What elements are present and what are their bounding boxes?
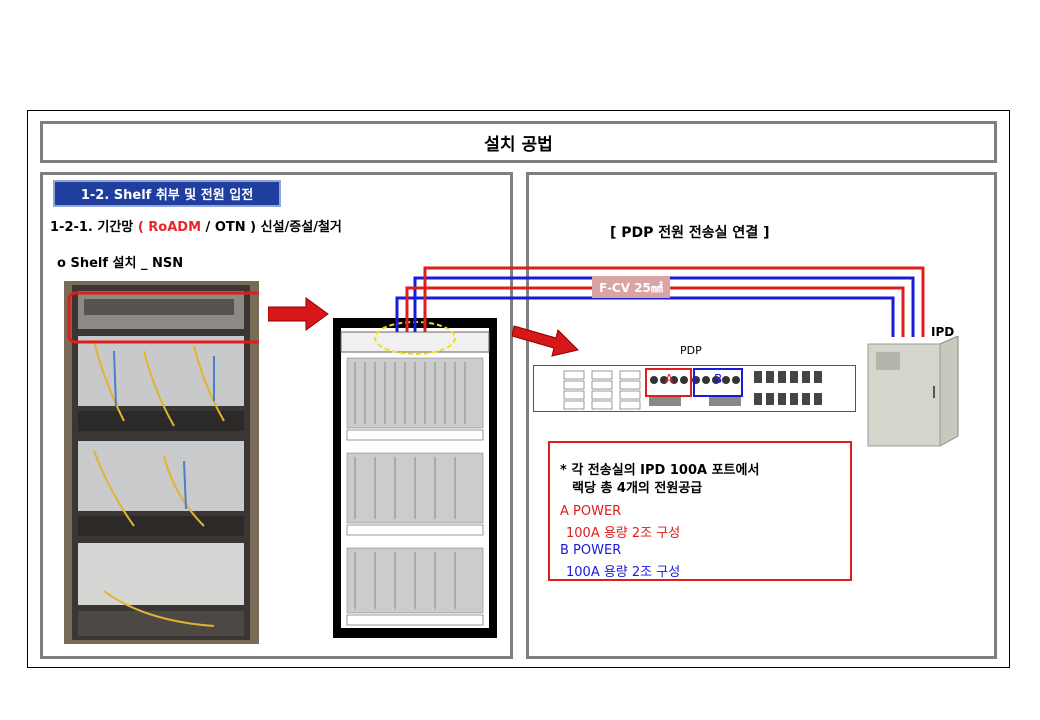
pdp-label: PDP: [680, 344, 702, 357]
note-line-1: * 각 전송실의 IPD 100A 포트에서: [560, 463, 760, 478]
ipd-cabinet: [867, 336, 959, 447]
pdp-panel: [533, 365, 856, 412]
section-tag: 1-2. Shelf 취부 및 전원 입전: [53, 180, 281, 207]
rack-diagram: [333, 318, 497, 638]
port-b-label: B: [714, 372, 723, 386]
b-power-title: B POWER: [560, 543, 622, 558]
a-power-title: A POWER: [560, 504, 622, 519]
section-subtitle: 1-2-1. 기간망 ( RoADM / OTN ) 신설/증설/철거: [50, 216, 342, 235]
pdp-panel-graphic: [563, 368, 822, 410]
note-line-2: 랙당 총 4개의 전원공급: [572, 481, 703, 496]
rack-photo: [64, 281, 259, 644]
page-title: 설치 공법: [40, 121, 997, 163]
subtitle-prefix: 1-2-1. 기간망: [50, 220, 134, 235]
a-power-detail: 100A 용량 2조 구성: [566, 526, 681, 541]
subtitle-red: ( RoADM: [137, 220, 202, 235]
b-power-detail: 100A 용량 2조 구성: [566, 565, 681, 580]
cable-label: F-CV 25㎟: [592, 276, 670, 298]
bullet-text: o Shelf 설치 _ NSN: [57, 256, 184, 271]
power-cables: [395, 266, 925, 337]
port-a-label: A: [665, 372, 674, 386]
power-note-box: * 각 전송실의 IPD 100A 포트에서 랙당 총 4개의 전원공급 A P…: [548, 441, 852, 581]
pdp-heading: [ PDP 전원 전송실 연결 ]: [610, 225, 770, 241]
subtitle-mid: / OTN ) 신설/증설/철거: [205, 220, 342, 235]
arrow-right-icon: [268, 297, 329, 331]
